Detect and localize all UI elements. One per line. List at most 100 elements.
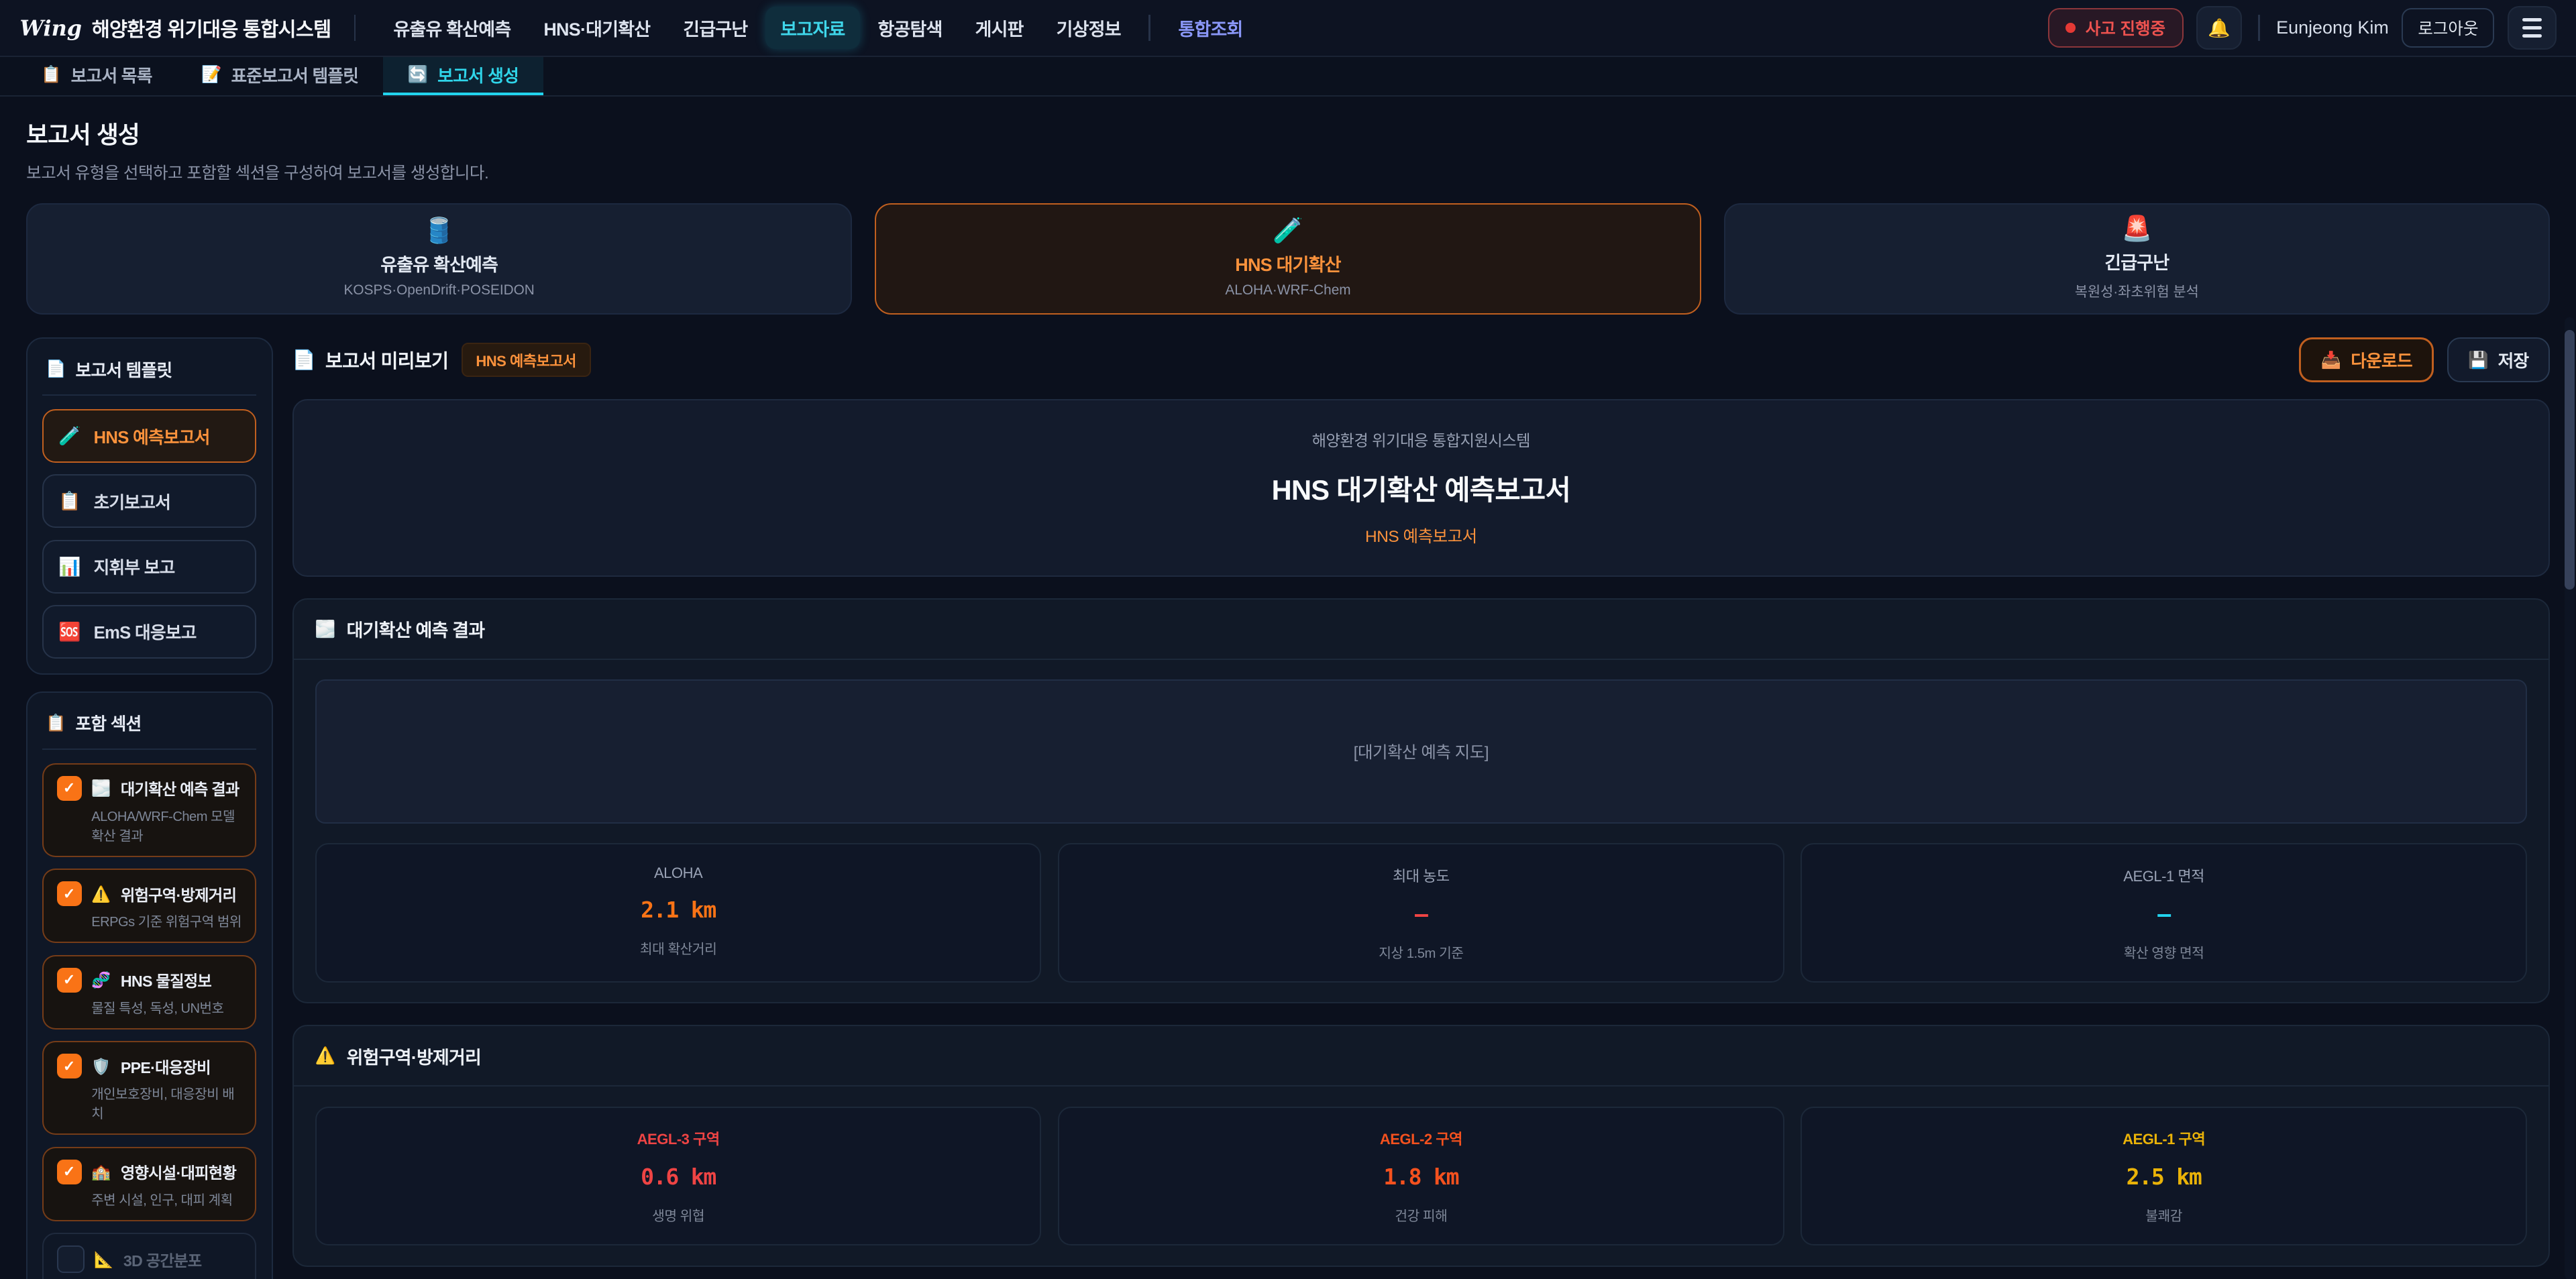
- report-type-selector: 🛢️ 유출유 확산예측 KOSPS·OpenDrift·POSEIDON 🧪 H…: [26, 203, 2550, 315]
- notification-button[interactable]: 🔔: [2196, 6, 2242, 50]
- sidebar: 📄 보고서 템플릿 🧪 HNS 예측보고서 📋 초기보고서 📊 지휘부 보고: [26, 337, 272, 1279]
- nav-item-oil-spill[interactable]: 유출유 확산예측: [378, 7, 525, 49]
- menu-icon: [2522, 18, 2542, 38]
- test-tube-icon: 🧪: [1273, 219, 1303, 243]
- scrollbar[interactable]: [2565, 317, 2575, 1279]
- zone-aegl3: AEGL-3 구역 0.6 km 생명 위협: [315, 1107, 1042, 1246]
- checkbox-unchecked: [57, 1245, 85, 1273]
- fog-icon: 🌫️: [315, 619, 335, 639]
- page-title: 보고서 생성: [26, 116, 2550, 150]
- top-right-controls: 사고 진행중 🔔 Eunjeong Kim 로그아웃: [2048, 6, 2557, 50]
- dispersion-stats: ALOHA 2.1 km 최대 확산거리 최대 농도 — 지상 1.5m 기준 …: [315, 843, 2527, 983]
- template-item-ems[interactable]: 🆘 EmS 대응보고: [42, 605, 256, 659]
- document-icon: 📄: [292, 349, 315, 371]
- section-toggle-facilities[interactable]: ✓ 🏫 영향시설·대피현황 주변 시설, 인구, 대피 계획: [42, 1147, 256, 1221]
- section-header: ⚠️ 위험구역·방제거리: [294, 1026, 2548, 1087]
- logo-wing-mark: Wing: [19, 15, 82, 41]
- type-card-rescue[interactable]: 🚨 긴급구난 복원성·좌초위험 분석: [1724, 203, 2550, 315]
- tab-report-list[interactable]: 📋 보고서 목록: [16, 57, 176, 95]
- memo-icon: 📝: [201, 64, 221, 85]
- test-tube-icon: 🧪: [58, 425, 80, 447]
- nav-item-hns-dispersion[interactable]: HNS·대기확산: [529, 7, 665, 49]
- download-icon: 📥: [2321, 350, 2341, 370]
- sections-panel-header: 📋 포함 섹션: [42, 708, 256, 750]
- warning-icon: ⚠️: [315, 1046, 335, 1066]
- bar-chart-icon: 📊: [58, 556, 80, 577]
- main-nav: 유출유 확산예측 HNS·대기확산 긴급구난 보고자료 항공탐색 게시판 기상정…: [378, 7, 1257, 49]
- checkbox-checked[interactable]: ✓: [57, 968, 82, 993]
- triangle-ruler-icon: 📐: [94, 1250, 113, 1269]
- template-item-initial[interactable]: 📋 초기보고서: [42, 474, 256, 528]
- nav-item-integrated-search[interactable]: 통합조회: [1163, 7, 1257, 49]
- logout-button[interactable]: 로그아웃: [2402, 8, 2494, 48]
- section-dispersion-results: 🌫️ 대기확산 예측 결과 [대기확산 예측 지도] ALOHA 2.1 km …: [292, 598, 2550, 1004]
- page-subtitle: 보고서 유형을 선택하고 포함할 섹션을 구성하여 보고서를 생성합니다.: [26, 160, 2550, 184]
- app-logo[interactable]: Wing 해양환경 위기대응 통합시스템: [19, 14, 331, 42]
- template-item-hns[interactable]: 🧪 HNS 예측보고서: [42, 409, 256, 463]
- nav-item-aerial-search[interactable]: 항공탐색: [863, 7, 957, 49]
- report-preview: 📄 보고서 미리보기 HNS 예측보고서 📥 다운로드 💾 저장: [292, 337, 2550, 1279]
- document-icon: 📄: [46, 359, 66, 379]
- checkbox-checked[interactable]: ✓: [57, 881, 82, 906]
- fog-icon: 🌫️: [91, 779, 111, 797]
- menu-button[interactable]: [2508, 6, 2557, 50]
- section-toggle-substance[interactable]: ✓ 🧬 HNS 물질정보 물질 특성, 독성, UN번호: [42, 955, 256, 1030]
- oil-drum-icon: 🛢️: [424, 219, 455, 243]
- preview-actions: 📥 다운로드 💾 저장: [2299, 337, 2549, 382]
- template-item-command[interactable]: 📊 지휘부 보고: [42, 540, 256, 594]
- template-panel: 📄 보고서 템플릿 🧪 HNS 예측보고서 📋 초기보고서 📊 지휘부 보고: [26, 337, 272, 675]
- app-root: Wing 해양환경 위기대응 통합시스템 유출유 확산예측 HNS·대기확산 긴…: [0, 0, 2576, 1279]
- report-title: HNS 대기확산 예측보고서: [313, 467, 2528, 508]
- download-button[interactable]: 📥 다운로드: [2299, 337, 2434, 382]
- report-subtitle: HNS 예측보고서: [313, 524, 2528, 547]
- scrollbar-thumb[interactable]: [2565, 330, 2575, 590]
- report-title-card: 해양환경 위기대응 통합지원시스템 HNS 대기확산 예측보고서 HNS 예측보…: [292, 399, 2550, 577]
- checkbox-checked[interactable]: ✓: [57, 1160, 82, 1184]
- section-hazard-zones: ⚠️ 위험구역·방제거리 AEGL-3 구역 0.6 km 생명 위협 AEGL…: [292, 1025, 2550, 1267]
- sos-icon: 🆘: [58, 621, 80, 643]
- type-card-hns[interactable]: 🧪 HNS 대기확산 ALOHA·WRF-Chem: [875, 203, 1701, 315]
- report-org: 해양환경 위기대응 통합지원시스템: [313, 428, 2528, 451]
- nav-item-rescue[interactable]: 긴급구난: [668, 7, 762, 49]
- warning-icon: ⚠️: [91, 885, 111, 903]
- preview-title: 📄 보고서 미리보기: [292, 346, 448, 374]
- preview-type-badge: HNS 예측보고서: [462, 343, 591, 377]
- user-name: Eunjeong Kim: [2276, 17, 2389, 38]
- report-tabbar: 📋 보고서 목록 📝 표준보고서 템플릿 🔄 보고서 생성: [0, 57, 2576, 96]
- bell-icon: 🔔: [2208, 17, 2231, 39]
- siren-icon: 🚨: [2121, 217, 2152, 241]
- clipboard-icon: 📋: [41, 64, 61, 85]
- nav-item-reports[interactable]: 보고자료: [765, 7, 859, 49]
- checkbox-checked[interactable]: ✓: [57, 1054, 82, 1078]
- preview-header: 📄 보고서 미리보기 HNS 예측보고서 📥 다운로드 💾 저장: [292, 337, 2550, 382]
- incident-status-badge[interactable]: 사고 진행중: [2048, 8, 2184, 48]
- divider: [354, 15, 356, 41]
- stat-aloha: ALOHA 2.1 km 최대 확산거리: [315, 843, 1042, 983]
- status-dot-icon: [2065, 23, 2076, 33]
- school-icon: 🏫: [91, 1162, 111, 1181]
- nav-item-board[interactable]: 게시판: [961, 7, 1038, 49]
- top-nav: Wing 해양환경 위기대응 통합시스템 유출유 확산예측 HNS·대기확산 긴…: [0, 0, 2576, 57]
- floppy-disk-icon: 💾: [2468, 350, 2488, 370]
- nav-item-weather[interactable]: 기상정보: [1042, 7, 1136, 49]
- dna-icon: 🧬: [91, 970, 111, 989]
- section-toggle-ppe[interactable]: ✓ 🛡️ PPE·대응장비 개인보호장비, 대응장비 배치: [42, 1041, 256, 1135]
- sections-panel: 📋 포함 섹션 ✓ 🌫️ 대기확산 예측 결과 ALOHA/WRF-Chem 모…: [26, 691, 272, 1279]
- checkbox-checked[interactable]: ✓: [57, 776, 82, 801]
- tab-report-generate[interactable]: 🔄 보고서 생성: [383, 57, 543, 95]
- section-header: 🌫️ 대기확산 예측 결과: [294, 600, 2548, 660]
- section-toggle-zones[interactable]: ✓ ⚠️ 위험구역·방제거리 ERPGs 기준 위험구역 범위: [42, 869, 256, 943]
- divider: [2258, 15, 2259, 41]
- divider: [1148, 15, 1150, 41]
- app-title: 해양환경 위기대응 통합시스템: [92, 14, 331, 42]
- save-button[interactable]: 💾 저장: [2447, 337, 2550, 382]
- template-panel-header: 📄 보고서 템플릿: [42, 353, 256, 396]
- tab-report-templates[interactable]: 📝 표준보고서 템플릿: [176, 57, 383, 95]
- stat-aegl1-area: AEGL-1 면적 — 확산 영향 면적: [1801, 843, 2527, 983]
- zone-stats: AEGL-3 구역 0.6 km 생명 위협 AEGL-2 구역 1.8 km …: [315, 1107, 2527, 1246]
- shield-icon: 🛡️: [91, 1057, 111, 1076]
- clipboard-icon: 📋: [46, 713, 66, 733]
- type-card-oil-spill[interactable]: 🛢️ 유출유 확산예측 KOSPS·OpenDrift·POSEIDON: [26, 203, 852, 315]
- section-toggle-3d: 📐 3D 공간분포 수직·수평 농도 분포: [42, 1233, 256, 1279]
- section-toggle-dispersion[interactable]: ✓ 🌫️ 대기확산 예측 결과 ALOHA/WRF-Chem 모델 확산 결과: [42, 763, 256, 857]
